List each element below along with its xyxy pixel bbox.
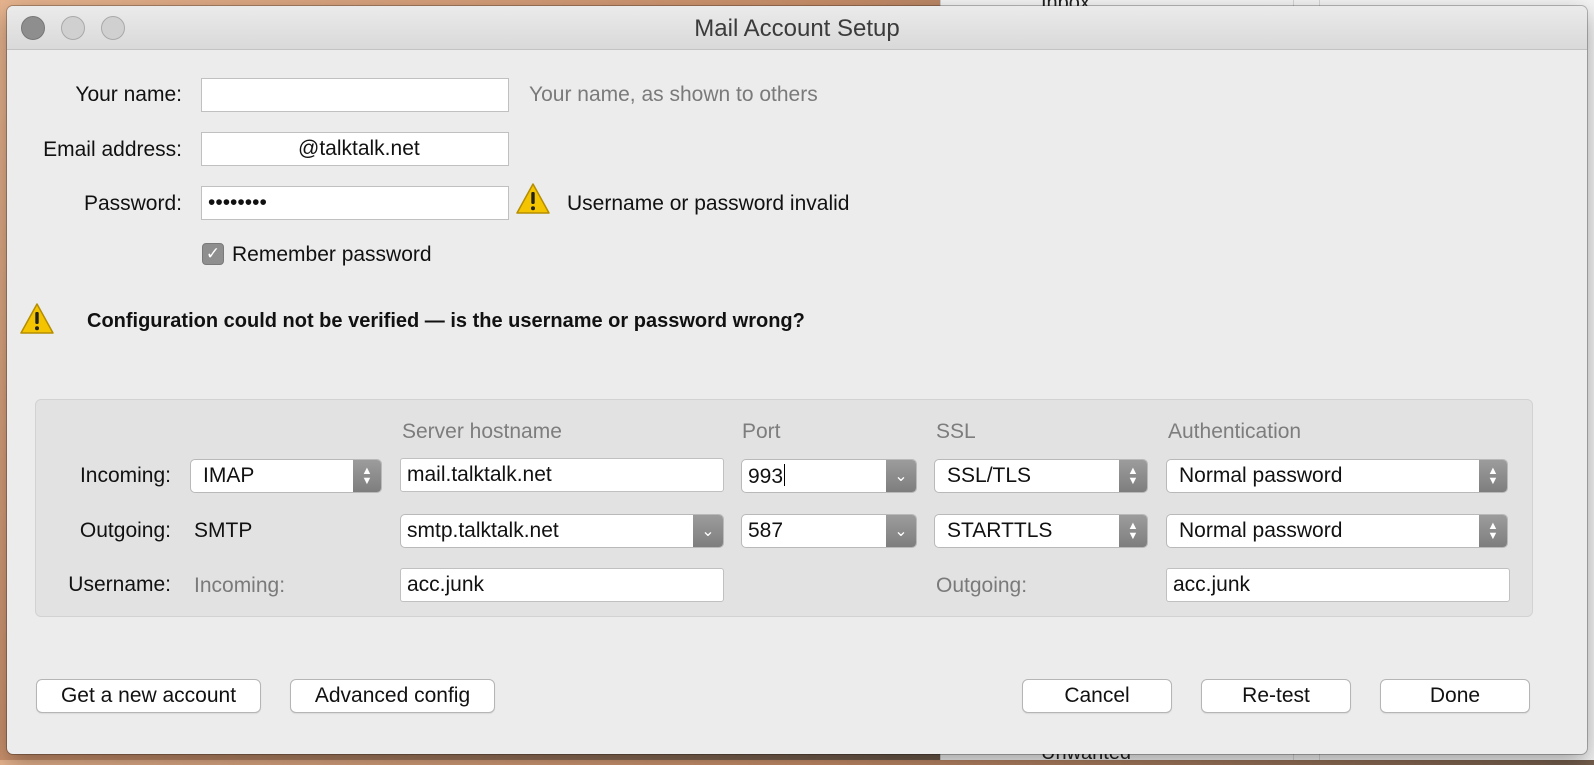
outgoing-hostname-combobox[interactable]: smtp.talktalk.net ⌄ bbox=[400, 514, 724, 548]
stepper-arrows-icon: ▲ ▼ bbox=[353, 460, 381, 492]
title-bar: Mail Account Setup bbox=[7, 6, 1587, 50]
incoming-port-value: 993 bbox=[748, 465, 784, 488]
outgoing-port-value: 587 bbox=[748, 519, 784, 542]
stepper-arrows-icon: ▲ ▼ bbox=[1119, 515, 1147, 547]
cancel-button[interactable]: Cancel bbox=[1022, 679, 1172, 713]
outgoing-authentication-value: Normal password bbox=[1179, 519, 1343, 542]
incoming-username-input[interactable]: acc.junk bbox=[400, 568, 724, 602]
server-settings-panel: Server hostname Port SSL Authentication … bbox=[35, 399, 1533, 617]
incoming-port-combobox[interactable]: 993 ⌄ bbox=[741, 459, 917, 493]
outgoing-username-label: Outgoing: bbox=[936, 574, 1028, 597]
outgoing-hostname-value: smtp.talktalk.net bbox=[407, 519, 559, 542]
outgoing-label: Outgoing: bbox=[79, 519, 171, 542]
done-button[interactable]: Done bbox=[1380, 679, 1530, 713]
password-input[interactable]: •••••••• bbox=[201, 186, 509, 220]
incoming-authentication-select[interactable]: Normal password ▲ ▼ bbox=[1166, 459, 1508, 493]
text-cursor bbox=[784, 464, 786, 486]
email-address-label: Email address: bbox=[43, 138, 182, 161]
mail-account-setup-dialog: Mail Account Setup Your name: Your name,… bbox=[7, 6, 1587, 754]
warning-icon bbox=[20, 303, 54, 334]
incoming-protocol-select[interactable]: IMAP ▲ ▼ bbox=[190, 459, 382, 493]
your-name-input[interactable] bbox=[201, 78, 509, 112]
ssl-header: SSL bbox=[936, 420, 976, 443]
outgoing-ssl-value: STARTTLS bbox=[947, 519, 1053, 542]
incoming-protocol-value: IMAP bbox=[203, 464, 255, 487]
configuration-status-message: Configuration could not be verified — is… bbox=[87, 310, 805, 332]
incoming-ssl-select[interactable]: SSL/TLS ▲ ▼ bbox=[934, 459, 1148, 493]
chevron-down-icon: ⌄ bbox=[886, 460, 916, 492]
password-error-text: Username or password invalid bbox=[567, 192, 850, 215]
window-title: Mail Account Setup bbox=[694, 15, 900, 42]
incoming-hostname-input[interactable]: mail.talktalk.net bbox=[400, 458, 724, 492]
port-header: Port bbox=[742, 420, 781, 443]
password-label: Password: bbox=[83, 192, 182, 215]
your-name-hint: Your name, as shown to others bbox=[529, 83, 818, 106]
stepper-arrows-icon: ▲ ▼ bbox=[1479, 515, 1507, 547]
username-label: Username: bbox=[68, 573, 171, 596]
remember-password-label: Remember password bbox=[232, 243, 432, 266]
remember-password-checkbox[interactable]: ✓ bbox=[202, 243, 224, 265]
outgoing-ssl-select[interactable]: STARTTLS ▲ ▼ bbox=[934, 514, 1148, 548]
chevron-down-icon: ⌄ bbox=[886, 515, 916, 547]
stepper-arrows-icon: ▲ ▼ bbox=[1479, 460, 1507, 492]
advanced-config-button[interactable]: Advanced config bbox=[290, 679, 495, 713]
incoming-label: Incoming: bbox=[79, 464, 171, 487]
get-new-account-button[interactable]: Get a new account bbox=[36, 679, 261, 713]
email-address-input[interactable]: @talktalk.net bbox=[201, 132, 509, 166]
incoming-ssl-value: SSL/TLS bbox=[947, 464, 1032, 487]
retest-button[interactable]: Re-test bbox=[1201, 679, 1351, 713]
authentication-header: Authentication bbox=[1168, 420, 1302, 443]
outgoing-username-input[interactable]: acc.junk bbox=[1166, 568, 1510, 602]
outgoing-port-combobox[interactable]: 587 ⌄ bbox=[741, 514, 917, 548]
chevron-down-icon: ⌄ bbox=[693, 515, 723, 547]
outgoing-protocol-text: SMTP bbox=[194, 519, 253, 542]
outgoing-authentication-select[interactable]: Normal password ▲ ▼ bbox=[1166, 514, 1508, 548]
incoming-authentication-value: Normal password bbox=[1179, 464, 1343, 487]
incoming-username-label: Incoming: bbox=[194, 574, 286, 597]
warning-icon bbox=[516, 183, 550, 214]
stepper-arrows-icon: ▲ ▼ bbox=[1119, 460, 1147, 492]
your-name-label: Your name: bbox=[75, 83, 182, 106]
server-hostname-header: Server hostname bbox=[402, 420, 562, 443]
